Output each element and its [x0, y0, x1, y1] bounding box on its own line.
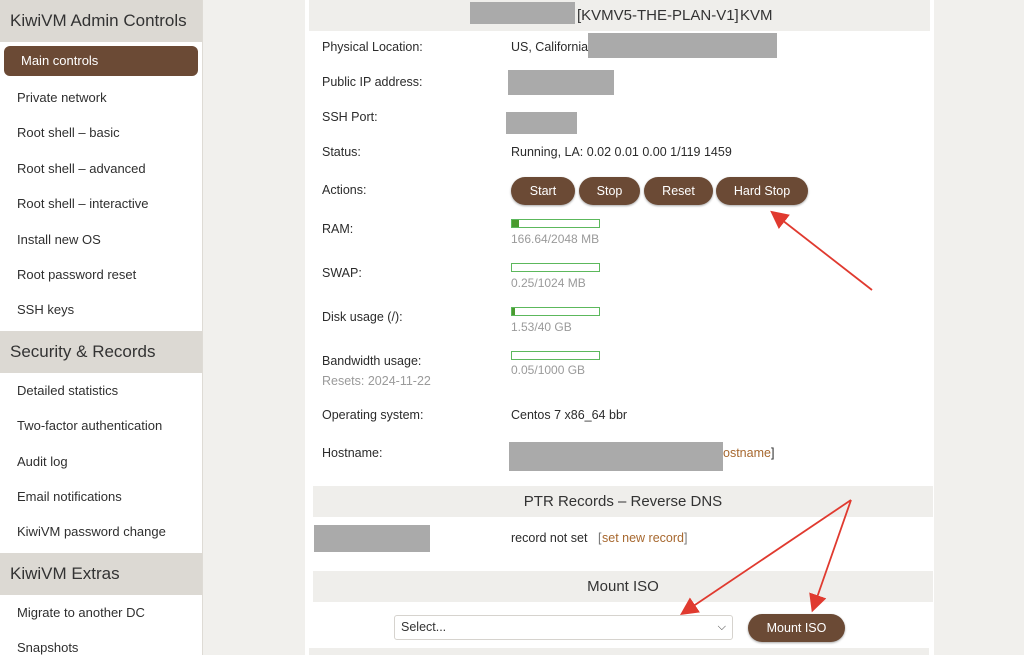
swap-usage-bar	[511, 263, 600, 272]
bandwidth-reset-date: Resets: 2024-11-22	[322, 374, 431, 388]
stop-button[interactable]: Stop	[579, 177, 640, 205]
sidebar-item-root-password-reset[interactable]: Root password reset	[0, 257, 202, 292]
sidebar-item-root-shell-interactive[interactable]: Root shell – interactive	[0, 186, 202, 221]
set-new-record-link[interactable]: set new record	[602, 531, 684, 545]
sidebar-item-install-new-os[interactable]: Install new OS	[0, 222, 202, 257]
hostname-label: Hostname:	[322, 446, 383, 460]
sidebar-item-private-network[interactable]: Private network	[0, 80, 202, 115]
sidebar-section-kiwivm-extras: KiwiVM Extras	[0, 552, 202, 595]
disk-usage-text: 1.53/40 GB	[511, 320, 572, 334]
sidebar-item-two-factor-auth[interactable]: Two-factor authentication	[0, 408, 202, 443]
bottom-section-strip	[309, 648, 929, 655]
ram-label: RAM:	[322, 222, 354, 236]
iso-select-value: Select...	[401, 620, 447, 634]
disk-label: Disk usage (/):	[322, 310, 403, 324]
bandwidth-usage-text: 0.05/1000 GB	[511, 363, 586, 377]
ptr-record-status: record not set	[511, 531, 588, 545]
sidebar-item-audit-log[interactable]: Audit log	[0, 444, 202, 479]
ptr-records-header: PTR Records – Reverse DNS	[313, 486, 933, 517]
redacted-location-detail	[588, 33, 777, 58]
ram-usage-fill	[512, 220, 520, 227]
sidebar: KiwiVM Admin Controls Main controls Priv…	[0, 0, 203, 655]
sidebar-item-ssh-keys[interactable]: SSH keys	[0, 292, 202, 327]
sidebar-section-admin-controls: KiwiVM Admin Controls	[0, 0, 202, 42]
bandwidth-label: Bandwidth usage:	[322, 354, 422, 368]
sidebar-item-migrate-dc[interactable]: Migrate to another DC	[0, 595, 202, 630]
server-header: [KVMV5-THE-PLAN-V1] KVM	[309, 0, 930, 31]
chevron-down-icon: ⌵	[717, 621, 726, 633]
sidebar-section-security-records: Security & Records	[0, 330, 202, 373]
hostname-change-link[interactable]: ostname	[723, 446, 771, 460]
mount-iso-header: Mount ISO	[313, 571, 933, 602]
main-panel: [KVMV5-THE-PLAN-V1] KVM	[305, 0, 934, 655]
hard-stop-button[interactable]: Hard Stop	[716, 177, 808, 205]
redacted-ssh-port	[506, 112, 577, 134]
sidebar-item-snapshots[interactable]: Snapshots	[0, 630, 202, 655]
redacted-ip	[508, 70, 614, 95]
ptr-bracket-close: ]	[684, 531, 688, 545]
reset-button[interactable]: Reset	[644, 177, 713, 205]
disk-usage-bar	[511, 307, 600, 316]
sidebar-item-root-shell-basic[interactable]: Root shell – basic	[0, 115, 202, 150]
status-value: Running, LA: 0.02 0.01 0.00 1/119 1459	[511, 145, 732, 159]
ptr-bracket-open: [	[598, 531, 602, 545]
iso-select[interactable]: Select... ⌵	[394, 615, 733, 640]
start-button[interactable]: Start	[511, 177, 575, 205]
location-value: US, California	[511, 40, 589, 54]
sidebar-item-main-controls[interactable]: Main controls	[4, 46, 198, 76]
os-label: Operating system:	[322, 408, 424, 422]
actions-label: Actions:	[322, 183, 367, 197]
redacted-ptr-ip	[314, 525, 430, 552]
os-value: Centos 7 x86_64 bbr	[511, 408, 628, 422]
ram-usage-text: 166.64/2048 MB	[511, 232, 600, 246]
redacted-hostname	[509, 442, 723, 471]
status-label: Status:	[322, 145, 361, 159]
redacted-server-id	[470, 2, 575, 24]
ram-usage-bar	[511, 219, 600, 228]
mount-iso-button[interactable]: Mount ISO	[748, 614, 845, 642]
swap-usage-text: 0.25/1024 MB	[511, 276, 586, 290]
swap-label: SWAP:	[322, 266, 362, 280]
sidebar-item-email-notifications[interactable]: Email notifications	[0, 479, 202, 514]
bandwidth-usage-bar	[511, 351, 600, 360]
sidebar-item-root-shell-advanced[interactable]: Root shell – advanced	[0, 151, 202, 186]
hostname-bracket: ]	[771, 446, 775, 460]
location-label: Physical Location:	[322, 40, 423, 54]
ssh-port-label: SSH Port:	[322, 110, 378, 124]
ip-label: Public IP address:	[322, 75, 423, 89]
sidebar-item-detailed-statistics[interactable]: Detailed statistics	[0, 373, 202, 408]
disk-usage-fill	[512, 308, 516, 315]
server-name: [KVMV5-THE-PLAN-V1]	[577, 7, 739, 24]
sidebar-item-kiwivm-password-change[interactable]: KiwiVM password change	[0, 514, 202, 549]
server-type: KVM	[740, 7, 773, 24]
